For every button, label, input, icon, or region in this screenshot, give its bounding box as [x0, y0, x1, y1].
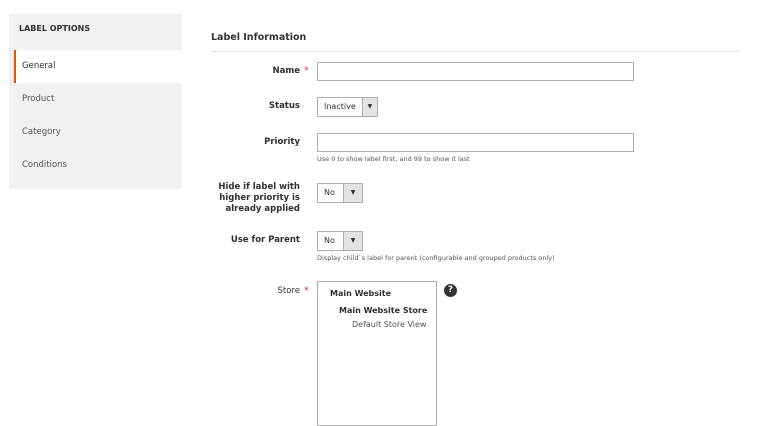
status-select[interactable]: Inactive ▼	[317, 97, 378, 117]
name-label: Name	[272, 66, 300, 76]
chevron-down-icon: ▼	[343, 184, 362, 202]
priority-input[interactable]	[317, 133, 634, 152]
priority-label: Priority	[264, 137, 300, 147]
parent-label: Use for Parent	[230, 235, 300, 245]
status-label: Status	[268, 101, 300, 111]
parent-note: Display child`s label for parent (config…	[317, 254, 555, 262]
sidebar: LABEL OPTIONS General Product Category C…	[9, 14, 182, 189]
section-title: Label Information	[211, 32, 307, 43]
hide-label-line: Hide if label with	[218, 182, 300, 192]
store-label: Store	[277, 286, 300, 296]
store-multiselect[interactable]: Main Website Main Website Store Default …	[317, 281, 437, 426]
name-input[interactable]	[317, 62, 634, 81]
store-option[interactable]: Main Website Store	[339, 306, 427, 315]
chevron-down-icon: ▼	[343, 232, 362, 250]
hide-label: Hide if label with higher priority is al…	[170, 182, 300, 215]
parent-select[interactable]: No ▼	[317, 231, 363, 251]
status-value: Inactive	[324, 102, 356, 111]
store-option[interactable]: Main Website	[330, 289, 391, 298]
hide-select[interactable]: No ▼	[317, 183, 363, 203]
divider	[211, 51, 740, 52]
hide-value: No	[324, 188, 335, 197]
priority-note: Use 0 to show label first, and 99 to sho…	[317, 155, 470, 163]
store-option[interactable]: Default Store View	[352, 320, 426, 329]
chevron-down-icon: ▼	[361, 98, 377, 116]
sidebar-item-product[interactable]: Product	[9, 83, 182, 116]
required-mark: *	[304, 66, 309, 76]
hide-label-line: higher priority is	[219, 193, 300, 203]
help-icon[interactable]: ?	[444, 284, 457, 297]
required-mark: *	[304, 286, 309, 296]
sidebar-item-conditions[interactable]: Conditions	[9, 149, 182, 182]
hide-label-line: already applied	[225, 204, 300, 214]
sidebar-item-general[interactable]: General	[14, 50, 182, 83]
sidebar-item-category[interactable]: Category	[9, 116, 182, 149]
parent-value: No	[324, 236, 335, 245]
sidebar-heading: LABEL OPTIONS	[19, 24, 91, 33]
